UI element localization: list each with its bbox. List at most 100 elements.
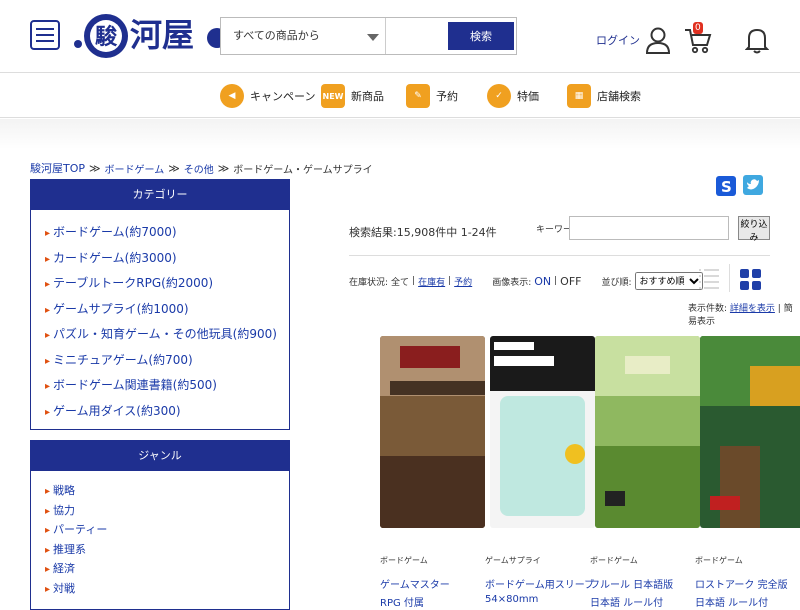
list-item[interactable]: ボードゲーム(約7000) xyxy=(45,220,289,246)
chevron-down-icon xyxy=(367,34,379,41)
grid-view-icon[interactable] xyxy=(739,268,763,292)
breadcrumb: 駿河屋TOP ≫ ボードゲーム ≫ その他 ≫ ボードゲーム・ゲームサプライ xyxy=(30,160,373,176)
stock-all-option[interactable]: 全て xyxy=(391,275,409,288)
twitter-icon[interactable] xyxy=(742,174,764,196)
image-off-option[interactable]: OFF xyxy=(560,275,581,288)
product-subtitle[interactable]: 日本語 ルール付 xyxy=(695,594,768,609)
site-logo[interactable]: 駿 河屋 xyxy=(72,10,222,60)
breadcrumb-separator: ≫ xyxy=(168,161,180,175)
list-item[interactable]: ゲームサプライ(約1000) xyxy=(45,297,289,323)
check-badge-icon: ✓ xyxy=(487,84,511,108)
view-separator xyxy=(729,264,730,292)
list-item[interactable]: ゲーム用ダイス(約300) xyxy=(45,399,289,425)
nav-item-new[interactable]: NEW 新商品 xyxy=(321,84,384,108)
display-detail-option[interactable]: 詳細を表示 xyxy=(730,304,775,314)
megaphone-icon: ◀ xyxy=(220,84,244,108)
category-list: ボードゲーム(約7000) カードゲーム(約3000) テーブルトークRPG(約… xyxy=(31,210,289,430)
category-box: カテゴリー ボードゲーム(約7000) カードゲーム(約3000) テーブルトー… xyxy=(30,179,290,430)
product-image[interactable] xyxy=(595,336,700,528)
breadcrumb-level2[interactable]: その他 xyxy=(184,161,214,176)
cart-count-badge: 0 xyxy=(693,22,703,34)
genre-box-title: ジャンル xyxy=(31,441,289,471)
refine-button[interactable]: 絞り込み xyxy=(738,216,770,242)
breadcrumb-separator: ≫ xyxy=(217,161,230,175)
svg-text:S: S xyxy=(721,178,732,196)
nav-item-label: 特価 xyxy=(517,90,539,103)
list-item[interactable]: カードゲーム(約3000) xyxy=(45,246,289,272)
breadcrumb-separator: ≫ xyxy=(89,161,101,175)
genre-box: ジャンル 戦略 協力 パーティー 推理系 経済 対戦 xyxy=(30,440,290,610)
image-on-option[interactable]: ON xyxy=(534,275,551,288)
search-category-select[interactable]: すべての商品から xyxy=(225,22,383,50)
search-bar: すべての商品から 検索 xyxy=(220,17,517,55)
share-s-icon[interactable]: S xyxy=(715,175,737,197)
list-item[interactable]: 推理系 xyxy=(45,540,289,560)
store-icon: ▦ xyxy=(567,84,591,108)
list-item[interactable]: テーブルトークRPG(約2000) xyxy=(45,271,289,297)
product-name[interactable]: ゲームマスター xyxy=(380,576,450,591)
list-item[interactable]: ミニチュアゲーム(約700) xyxy=(45,348,289,374)
site-header: 駿 河屋 すべての商品から 検索 ログイン 0 xyxy=(0,0,800,73)
menu-icon[interactable] xyxy=(30,20,60,50)
divider xyxy=(349,255,770,256)
search-input[interactable] xyxy=(387,22,445,50)
list-item[interactable]: 経済 xyxy=(45,559,289,579)
image-display-label: 画像表示: xyxy=(492,277,532,288)
sort-label: 並び順: xyxy=(601,277,632,288)
product-name[interactable]: フルール 日本語版 xyxy=(590,576,673,591)
product-category: ボードゲーム xyxy=(380,556,428,565)
product-subtitle[interactable]: RPG 付属 xyxy=(380,594,424,609)
list-item[interactable]: 協力 xyxy=(45,501,289,521)
list-item[interactable]: ボードゲーム関連書籍(約500) xyxy=(45,373,289,399)
genre-list: 戦略 協力 パーティー 推理系 経済 対戦 xyxy=(31,471,289,605)
filter-options: 在庫状況: 全て | 在庫有 | 予約 画像表示: ON | OFF 並び順: … xyxy=(349,272,703,290)
nav-item-reserve[interactable]: ✎ 予約 xyxy=(406,84,458,108)
stock-label: 在庫状況: xyxy=(349,277,389,288)
display-count-options: 表示件数: 詳細を表示 | 簡易表示 xyxy=(688,304,793,327)
list-item[interactable]: パーティー xyxy=(45,520,289,540)
search-category-label: すべての商品から xyxy=(233,29,320,42)
product-image[interactable] xyxy=(380,336,485,528)
nav-item-store[interactable]: ▦ 店舗検索 xyxy=(567,84,641,108)
product-category: ボードゲーム xyxy=(695,556,743,565)
list-view-icon[interactable] xyxy=(697,266,721,290)
svg-text:駿: 駿 xyxy=(95,24,118,50)
product-category: ボードゲーム xyxy=(590,556,638,565)
nav-item-sale[interactable]: ✓ 特価 xyxy=(487,84,539,108)
breadcrumb-current: ボードゲーム・ゲームサプライ xyxy=(233,164,373,176)
header-shadow-band xyxy=(0,119,800,149)
new-badge-icon: NEW xyxy=(321,84,345,108)
reserve-icon: ✎ xyxy=(406,84,430,108)
nav-item-campaign[interactable]: ◀ キャンペーン xyxy=(220,84,315,108)
nav-item-label: 店舗検索 xyxy=(597,90,641,103)
display-label: 表示件数: xyxy=(688,304,728,314)
cart-button[interactable]: 0 xyxy=(684,22,712,58)
sort-select[interactable]: おすすめ順 xyxy=(634,272,703,290)
breadcrumb-top[interactable]: 駿河屋TOP xyxy=(30,160,85,176)
list-item[interactable]: 戦略 xyxy=(45,481,289,501)
bell-icon[interactable] xyxy=(745,26,769,54)
product-name[interactable]: ボードゲーム用スリーブ xyxy=(485,576,594,591)
search-button[interactable]: 検索 xyxy=(448,22,514,50)
svg-text:河屋: 河屋 xyxy=(130,16,194,54)
login-label: ログイン xyxy=(596,34,640,47)
keyword-input[interactable] xyxy=(569,216,729,240)
product-image[interactable] xyxy=(490,336,595,528)
nav-item-label: キャンペーン xyxy=(250,90,316,103)
list-item[interactable]: 対戦 xyxy=(45,579,289,599)
nav-item-label: 予約 xyxy=(436,90,458,103)
product-subtitle[interactable]: 日本語 ルール付 xyxy=(590,594,663,609)
product-grid xyxy=(380,336,800,536)
list-item[interactable]: パズル・知育ゲーム・その他玩具(約900) xyxy=(45,322,289,348)
product-category: ゲームサプライ xyxy=(485,556,541,565)
nav-item-label: 新商品 xyxy=(351,90,384,103)
product-image[interactable] xyxy=(700,336,800,528)
product-name[interactable]: ロストアーク 完全版 xyxy=(695,576,788,591)
category-box-title: カテゴリー xyxy=(31,180,289,210)
stock-reserve-option[interactable]: 予約 xyxy=(454,275,472,288)
result-count: 検索結果:15,908件中 1-24件 xyxy=(349,226,497,239)
main-nav: ◀ キャンペーン NEW 新商品 ✎ 予約 ✓ 特価 ▦ 店舗検索 xyxy=(0,74,800,118)
stock-in-option[interactable]: 在庫有 xyxy=(418,275,445,288)
breadcrumb-level1[interactable]: ボードゲーム xyxy=(105,161,165,176)
login-link[interactable]: ログイン xyxy=(596,26,672,54)
